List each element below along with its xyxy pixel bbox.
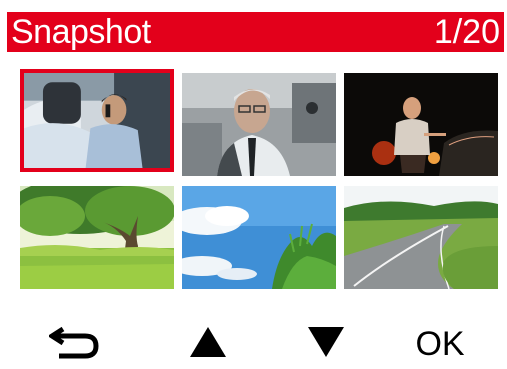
page-title: Snapshot: [11, 13, 151, 51]
thumbnail-tree-field[interactable]: [20, 186, 174, 289]
ok-button[interactable]: OK: [400, 322, 480, 366]
page-counter: 1/20: [433, 13, 500, 51]
title-bar: Snapshot 1/20: [7, 12, 504, 52]
thumbnail-night-scene[interactable]: [344, 73, 498, 176]
thumbnail-sky-clouds[interactable]: [182, 186, 336, 289]
triangle-up-icon: [188, 325, 228, 364]
down-button[interactable]: [296, 322, 356, 366]
ok-label: OK: [415, 324, 465, 363]
return-arrow-icon: [47, 323, 101, 366]
triangle-down-icon: [306, 325, 346, 364]
thumbnail-man-on-phone[interactable]: [20, 69, 174, 172]
thumbnail-older-man[interactable]: [182, 73, 336, 176]
back-button[interactable]: [40, 322, 110, 366]
thumbnail-country-road[interactable]: [344, 186, 498, 289]
up-button[interactable]: [178, 322, 238, 366]
